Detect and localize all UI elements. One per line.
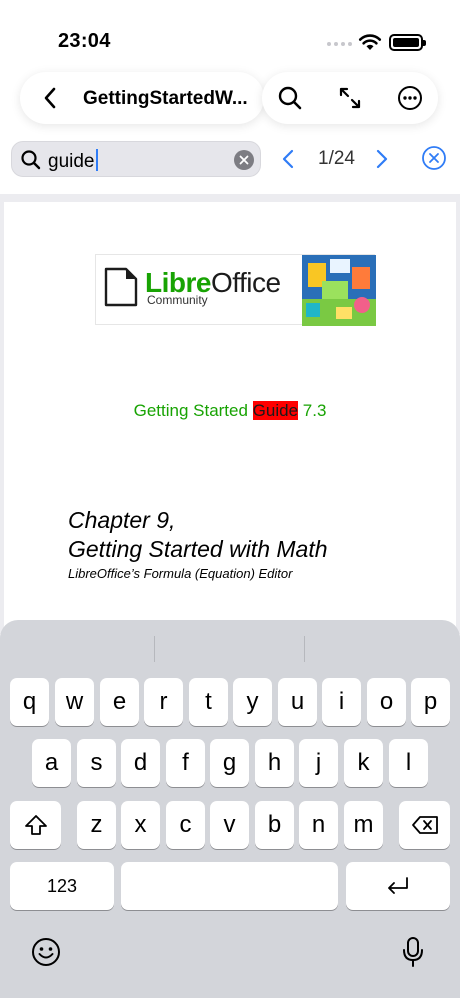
- key-m[interactable]: m: [344, 801, 383, 849]
- key-r[interactable]: r: [144, 678, 183, 726]
- dictation-button[interactable]: [398, 934, 428, 970]
- suggestion-divider: [304, 636, 305, 662]
- key-i[interactable]: i: [322, 678, 361, 726]
- emoji-button[interactable]: [30, 936, 62, 968]
- more-options-icon: [398, 86, 422, 110]
- key-k[interactable]: k: [344, 739, 383, 787]
- key-s[interactable]: s: [77, 739, 116, 787]
- match-counter: 1/24: [318, 148, 355, 169]
- logo-name-office: Office: [210, 267, 281, 298]
- next-match-button[interactable]: [370, 146, 394, 172]
- key-a[interactable]: a: [32, 739, 71, 787]
- key-v[interactable]: v: [210, 801, 249, 849]
- search-highlight: Guide: [252, 401, 299, 420]
- delete-key[interactable]: [399, 801, 450, 849]
- previous-match-button[interactable]: [276, 146, 300, 172]
- key-o[interactable]: o: [367, 678, 406, 726]
- key-e[interactable]: e: [100, 678, 139, 726]
- key-u[interactable]: u: [278, 678, 317, 726]
- document-title: GettingStartedW...: [83, 88, 248, 109]
- keyboard: q w e r t y u i o p a s d f g h j k l z …: [0, 620, 460, 998]
- expand-icon: [339, 87, 361, 109]
- status-bar: 23:04: [0, 0, 460, 70]
- key-p[interactable]: p: [411, 678, 450, 726]
- clear-search-button[interactable]: [234, 150, 254, 170]
- numbers-key[interactable]: 123: [10, 862, 114, 910]
- key-q[interactable]: q: [10, 678, 49, 726]
- logo-artwork: [302, 255, 376, 326]
- key-z[interactable]: z: [77, 801, 116, 849]
- document-subtitle: Getting Started Guide 7.3: [0, 401, 460, 421]
- key-l[interactable]: l: [389, 739, 428, 787]
- space-key[interactable]: [121, 862, 338, 910]
- document-logo-icon: [104, 267, 138, 307]
- chapter-title: Getting Started with Math: [68, 536, 328, 562]
- key-t[interactable]: t: [189, 678, 228, 726]
- chapter-number: Chapter 9,: [68, 507, 176, 533]
- return-key[interactable]: [346, 862, 450, 910]
- shift-icon: [24, 815, 47, 835]
- key-b[interactable]: b: [255, 801, 294, 849]
- return-icon: [388, 877, 408, 894]
- key-x[interactable]: x: [121, 801, 160, 849]
- back-button[interactable]: [32, 80, 68, 116]
- chapter-subtitle: LibreOffice’s Formula (Equation) Editor: [68, 566, 293, 581]
- chevron-left-icon: [282, 149, 294, 169]
- key-c[interactable]: c: [166, 801, 205, 849]
- search-input[interactable]: guide: [11, 141, 261, 177]
- cellular-signal-icon: [327, 42, 352, 46]
- suggestion-divider: [154, 636, 155, 662]
- text-caret: [95, 149, 98, 171]
- chevron-left-icon: [44, 87, 56, 109]
- search-icon: [278, 86, 302, 110]
- libreoffice-logo: LibreOffice Community: [95, 254, 376, 326]
- emoji-icon: [32, 938, 60, 966]
- key-n[interactable]: n: [299, 801, 338, 849]
- key-y[interactable]: y: [233, 678, 272, 726]
- key-f[interactable]: f: [166, 739, 205, 787]
- search-icon: [21, 150, 41, 170]
- backspace-icon: [411, 816, 438, 834]
- key-h[interactable]: h: [255, 739, 294, 787]
- subtitle-version: 7.3: [298, 401, 327, 420]
- shift-key[interactable]: [10, 801, 61, 849]
- close-search-button[interactable]: [421, 145, 447, 171]
- key-d[interactable]: d: [121, 739, 160, 787]
- nav-actions: [262, 72, 438, 124]
- nav-bar: GettingStartedW...: [20, 72, 264, 124]
- key-j[interactable]: j: [299, 739, 338, 787]
- clear-icon: [239, 155, 249, 165]
- search-button[interactable]: [274, 82, 306, 114]
- chapter-heading: Chapter 9, Getting Started with Math: [68, 506, 328, 564]
- microphone-icon: [403, 937, 423, 967]
- subtitle-text: Getting Started: [133, 401, 253, 420]
- fullscreen-button[interactable]: [334, 82, 366, 114]
- key-g[interactable]: g: [210, 739, 249, 787]
- logo-subtitle: Community: [147, 293, 208, 307]
- search-query: guide: [48, 149, 98, 173]
- battery-icon: [389, 34, 426, 51]
- status-time: 23:04: [58, 30, 111, 52]
- key-w[interactable]: w: [55, 678, 94, 726]
- chevron-right-icon: [376, 149, 388, 169]
- more-button[interactable]: [394, 82, 426, 114]
- wifi-icon: [358, 34, 382, 50]
